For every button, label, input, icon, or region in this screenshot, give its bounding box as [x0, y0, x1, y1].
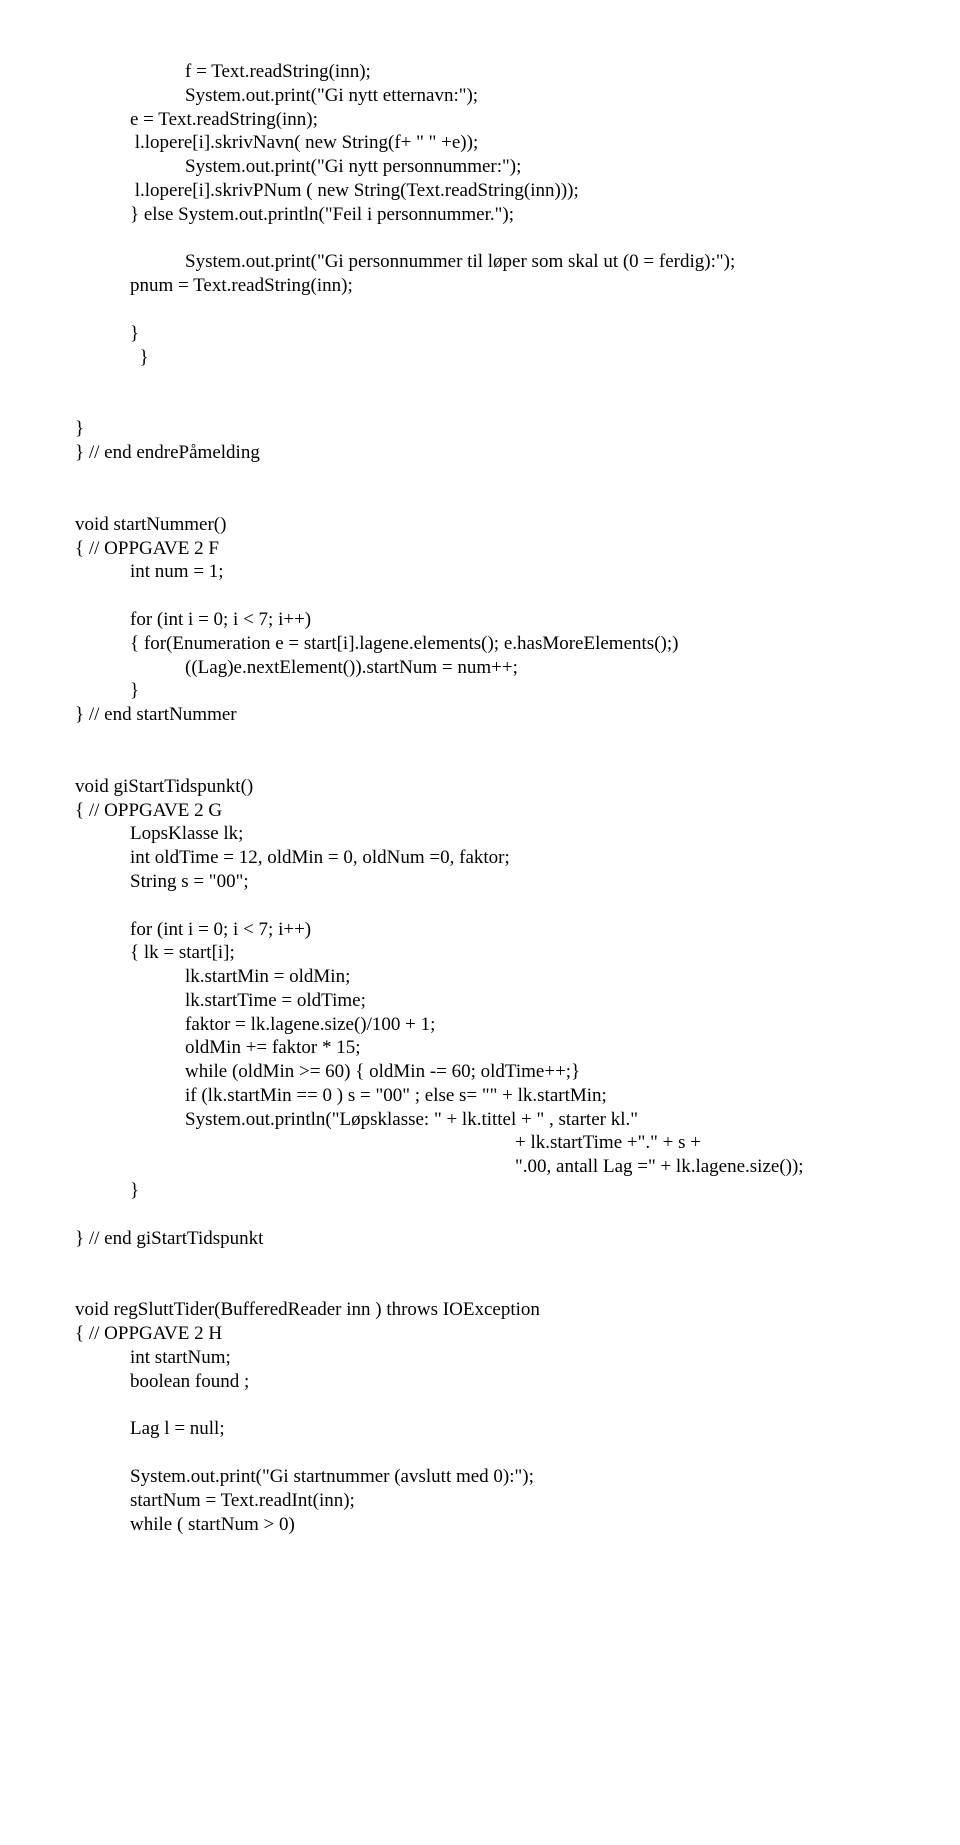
code-line: if (lk.startMin == 0 ) s = "00" ; else s… — [185, 1084, 885, 1108]
code-line: } — [75, 417, 885, 441]
code-line: { // OPPGAVE 2 F — [75, 537, 885, 561]
code-line: { for(Enumeration e = start[i].lagene.el… — [130, 632, 885, 656]
code-line: { lk = start[i]; — [130, 941, 885, 965]
code-line: System.out.print("Gi startnummer (avslut… — [130, 1465, 885, 1489]
code-line: System.out.print("Gi nytt personnummer:"… — [185, 155, 885, 179]
code-line: LopsKlasse lk; — [130, 822, 885, 846]
code-line: l.lopere[i].skrivPNum ( new String(Text.… — [130, 179, 885, 203]
code-line: l.lopere[i].skrivNavn( new String(f+ " "… — [130, 131, 885, 155]
code-line: for (int i = 0; i < 7; i++) — [130, 608, 885, 632]
code-line: int startNum; — [130, 1346, 885, 1370]
code-line: lk.startMin = oldMin; — [185, 965, 885, 989]
blank-line — [75, 489, 885, 513]
code-line: { // OPPGAVE 2 H — [75, 1322, 885, 1346]
code-line: boolean found ; — [130, 1370, 885, 1394]
code-line: while ( startNum > 0) — [130, 1513, 885, 1537]
blank-line — [75, 1203, 885, 1227]
code-line: } — [130, 1179, 885, 1203]
code-line: { // OPPGAVE 2 G — [75, 799, 885, 823]
blank-line — [75, 727, 885, 751]
code-line: oldMin += faktor * 15; — [185, 1036, 885, 1060]
blank-line — [75, 298, 885, 322]
code-line: startNum = Text.readInt(inn); — [130, 1489, 885, 1513]
code-line: ((Lag)e.nextElement()).startNum = num++; — [185, 656, 885, 680]
blank-line — [75, 1250, 885, 1274]
code-line: pnum = Text.readString(inn); — [130, 274, 885, 298]
code-document: f = Text.readString(inn);System.out.prin… — [75, 60, 885, 1536]
blank-line — [75, 465, 885, 489]
code-line: int oldTime = 12, oldMin = 0, oldNum =0,… — [130, 846, 885, 870]
code-line: } // end startNummer — [75, 703, 885, 727]
code-line: } else System.out.println("Feil i person… — [130, 203, 885, 227]
code-line: System.out.println("Løpsklasse: " + lk.t… — [185, 1108, 885, 1132]
blank-line — [75, 393, 885, 417]
code-line: } // end giStartTidspunkt — [75, 1227, 885, 1251]
code-line: ".00, antall Lag =" + lk.lagene.size()); — [515, 1155, 885, 1179]
blank-line — [75, 751, 885, 775]
blank-line — [75, 1274, 885, 1298]
blank-line — [75, 894, 885, 918]
code-line: } // end endrePåmelding — [75, 441, 885, 465]
code-line: } — [130, 679, 885, 703]
blank-line — [75, 584, 885, 608]
code-line: Lag l = null; — [130, 1417, 885, 1441]
code-line: String s = "00"; — [130, 870, 885, 894]
code-line: e = Text.readString(inn); — [130, 108, 885, 132]
blank-line — [75, 226, 885, 250]
code-line: System.out.print("Gi personnummer til lø… — [185, 250, 885, 274]
code-line: for (int i = 0; i < 7; i++) — [130, 918, 885, 942]
blank-line — [75, 1441, 885, 1465]
code-line: void giStartTidspunkt() — [75, 775, 885, 799]
code-line: int num = 1; — [130, 560, 885, 584]
code-line: void startNummer() — [75, 513, 885, 537]
blank-line — [75, 1393, 885, 1417]
code-line: f = Text.readString(inn); — [185, 60, 885, 84]
blank-line — [75, 369, 885, 393]
code-line: } — [130, 346, 885, 370]
code-line: + lk.startTime +"." + s + — [515, 1131, 885, 1155]
code-line: lk.startTime = oldTime; — [185, 989, 885, 1013]
code-line: void regSluttTider(BufferedReader inn ) … — [75, 1298, 885, 1322]
code-line: while (oldMin >= 60) { oldMin -= 60; old… — [185, 1060, 885, 1084]
code-line: faktor = lk.lagene.size()/100 + 1; — [185, 1013, 885, 1037]
code-line: } — [130, 322, 885, 346]
code-line: System.out.print("Gi nytt etternavn:"); — [185, 84, 885, 108]
